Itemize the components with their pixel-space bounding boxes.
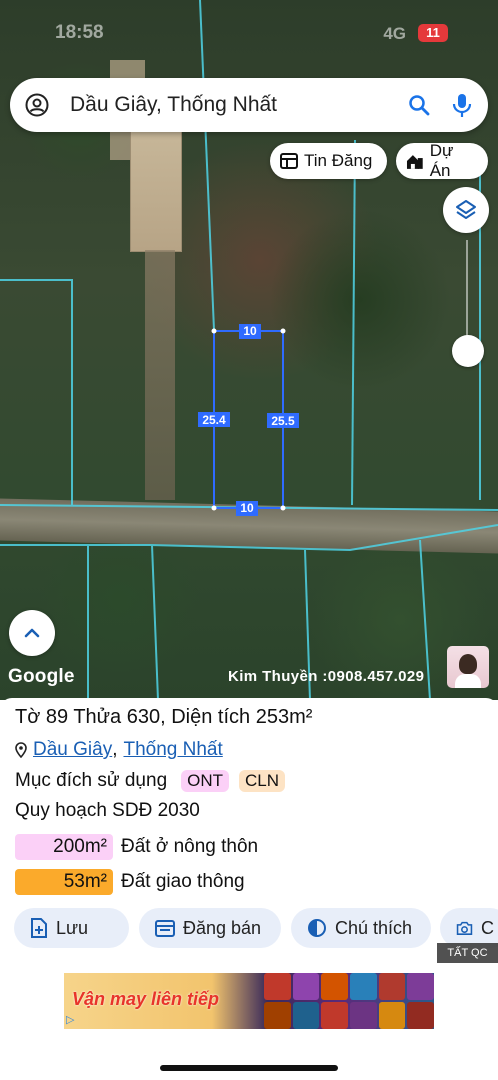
boundary-line <box>0 279 73 505</box>
listing-chip-label: Tin Đăng <box>304 151 373 170</box>
contrast-icon <box>308 919 326 937</box>
boundary-line <box>199 0 215 331</box>
listing-chip[interactable]: Tin Đăng <box>270 143 387 179</box>
parcel-title: Tờ 89 Thửa 630, Diện tích 253m² <box>15 706 313 728</box>
zone-label: Đất ở nông thôn <box>121 836 259 857</box>
project-chip-label: Dự Án <box>429 141 454 180</box>
sell-button[interactable]: Đăng bán <box>139 908 281 948</box>
status-time: 18:58 <box>55 22 104 43</box>
parcel-location: Dầu Giây, Thống Nhất <box>15 739 223 761</box>
plan-label: Quy hoạch SDĐ 2030 <box>15 800 200 821</box>
land-use-purpose: Mục đích sử dụng ONT CLN <box>15 770 286 792</box>
save-button[interactable]: Lưu <box>14 908 129 948</box>
save-button-label: Lưu <box>56 917 89 938</box>
legend-button[interactable]: Chú thích <box>291 908 431 948</box>
legend-button-label: Chú thích <box>335 917 413 938</box>
list-icon <box>280 153 298 169</box>
boundary-line <box>151 544 159 700</box>
ad-choices-icon[interactable]: ▷ <box>66 1013 78 1026</box>
boundary-line <box>0 524 498 552</box>
layers-button[interactable] <box>443 187 489 233</box>
location-separator: , <box>112 739 118 760</box>
zone-row: 53m² Đất giao thông <box>15 869 245 895</box>
search-icon[interactable] <box>407 93 431 117</box>
dim-right: 25.5 <box>271 414 295 428</box>
layers-icon <box>456 200 476 219</box>
photo-button[interactable]: C <box>440 908 498 948</box>
battery-indicator: 11 <box>418 24 448 42</box>
zone-row: 200m² Đất ở nông thôn <box>15 834 258 860</box>
zone-area: 200m² <box>15 834 113 860</box>
project-chip[interactable]: Dự Án <box>396 141 488 180</box>
close-ad-button[interactable]: TẤT QC <box>437 943 498 963</box>
boundary-line <box>351 139 356 506</box>
mic-icon[interactable] <box>451 92 473 118</box>
opacity-slider-knob[interactable] <box>452 335 484 367</box>
building-icon <box>406 154 423 169</box>
photo-button-label: C <box>481 917 494 938</box>
ad-banner[interactable]: Vận may liên tiếp ▷ <box>64 973 434 1029</box>
expand-button[interactable] <box>9 610 55 656</box>
contact-watermark: Kim Thuyền :0908.457.029 <box>228 668 425 685</box>
location-pin-icon <box>15 742 27 758</box>
purpose-badge-cln: CLN <box>239 770 286 792</box>
zone-area: 53m² <box>15 869 113 895</box>
search-bar[interactable]: Dầu Giây, Thống Nhất <box>10 78 488 132</box>
purpose-label: Mục đích sử dụng <box>15 770 168 791</box>
chevron-up-icon <box>24 628 40 638</box>
ad-game-tiles <box>264 973 434 1029</box>
purpose-badge-ont: ONT <box>181 770 230 792</box>
search-query[interactable]: Dầu Giây, Thống Nhất <box>70 93 277 117</box>
account-icon[interactable] <box>25 93 49 117</box>
commune-link[interactable]: Thống Nhất <box>123 739 222 761</box>
home-indicator <box>160 1065 338 1071</box>
satellite-map[interactable]: 10 25.4 25.5 10 18:58 4G 11 Dầu Giây, Th… <box>0 0 498 700</box>
google-attribution: Google <box>8 666 75 687</box>
agent-avatar[interactable] <box>447 646 489 688</box>
add-file-icon <box>31 918 47 938</box>
ad-banner-text: Vận may liên tiếp <box>72 989 220 1009</box>
zone-label: Đất giao thông <box>121 871 245 892</box>
dim-top: 10 <box>243 324 257 338</box>
calendar-icon <box>155 920 175 937</box>
district-link[interactable]: Dầu Giây <box>33 739 112 761</box>
sell-button-label: Đăng bán <box>183 917 262 938</box>
network-indicator: 4G <box>383 24 406 43</box>
dim-left: 25.4 <box>202 413 226 427</box>
camera-icon <box>456 921 473 935</box>
dim-bottom: 10 <box>240 501 254 515</box>
